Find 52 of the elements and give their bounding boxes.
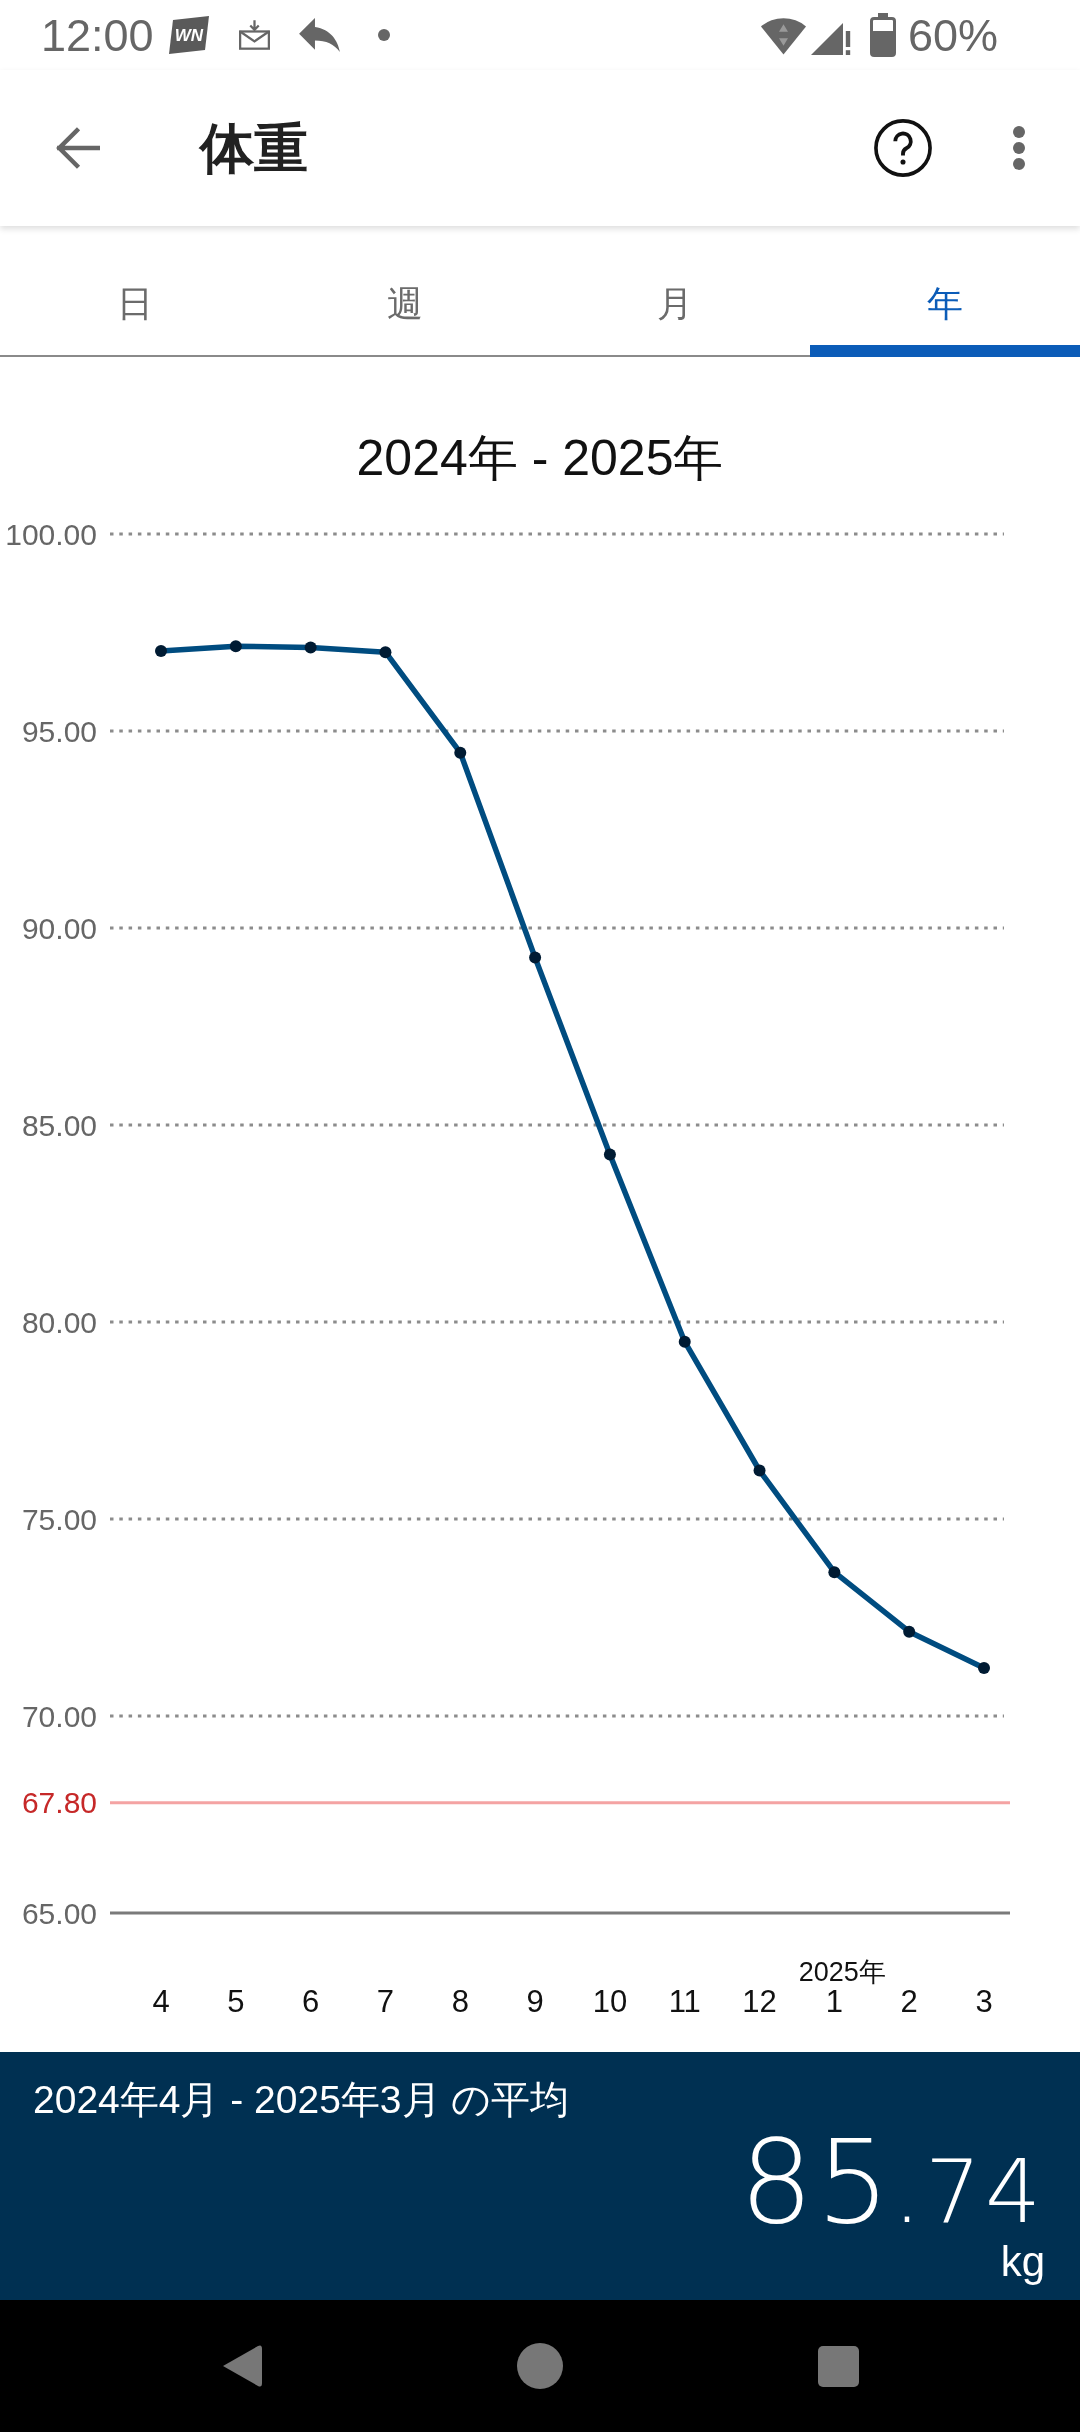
x-axis-label: 3 <box>975 1984 993 2019</box>
mail-icon <box>238 20 270 50</box>
data-point <box>529 951 542 964</box>
unit-label: kg <box>1000 2240 1045 2284</box>
home-icon[interactable] <box>517 2343 563 2389</box>
target-label: 67.80 <box>21 1786 97 1820</box>
y-axis-label: 70.00 <box>21 1699 97 1733</box>
data-point <box>304 641 317 654</box>
x-axis-label: 11 <box>668 1984 701 2019</box>
more-options-icon[interactable] <box>1013 126 1025 170</box>
help-icon[interactable] <box>874 119 932 177</box>
y-axis-label: 95.00 <box>21 714 97 748</box>
x-axis-label: 2 <box>900 1984 918 2019</box>
chart-title: 2024年 - 2025年 <box>356 433 724 483</box>
y-axis-label: 75.00 <box>21 1502 97 1536</box>
x-axis-label: 12 <box>742 1984 777 2019</box>
data-point <box>454 746 467 759</box>
data-point <box>379 646 392 659</box>
average-value: 85.74 <box>739 2124 1045 2240</box>
y-axis-label: 90.00 <box>21 911 97 945</box>
back-icon[interactable] <box>221 2343 263 2389</box>
x-axis-label: 7 <box>376 1984 395 2019</box>
data-point <box>155 645 167 657</box>
data-point <box>828 1566 841 1579</box>
data-point <box>603 1148 616 1161</box>
data-point <box>903 1625 916 1638</box>
data-point <box>978 1661 990 1674</box>
reply-icon <box>298 18 340 52</box>
data-point <box>753 1464 766 1477</box>
clock-time: 12:00 <box>41 12 154 58</box>
wifi-icon <box>759 15 807 55</box>
data-point <box>229 640 242 653</box>
x-axis-label: 9 <box>526 1984 544 2019</box>
app-logo: WN <box>168 16 209 54</box>
x-axis-label: 10 <box>592 1984 628 2019</box>
x-axis-label: 5 <box>227 1984 245 2019</box>
x-axis-label: 4 <box>152 1984 170 2019</box>
dot-icon <box>377 29 390 41</box>
back-arrow-icon[interactable] <box>55 127 100 169</box>
battery-percent: 60% <box>907 12 998 58</box>
x-axis-label: 2025年 1 <box>798 1957 886 2019</box>
y-axis-label: 100.00 <box>5 517 97 551</box>
battery-icon <box>869 13 896 57</box>
x-axis-label: 6 <box>302 1984 320 2019</box>
y-axis-label: 80.00 <box>21 1305 97 1339</box>
recents-icon[interactable] <box>817 2345 859 2387</box>
y-axis-label: 65.00 <box>21 1896 97 1930</box>
data-point <box>678 1335 691 1348</box>
average-label: 2024年4月 - 2025年3月 の平均 <box>33 2077 570 2123</box>
y-axis-label: 85.00 <box>21 1108 97 1142</box>
screen-title: 体重 <box>200 118 308 178</box>
x-axis-label: 8 <box>451 1984 469 2019</box>
